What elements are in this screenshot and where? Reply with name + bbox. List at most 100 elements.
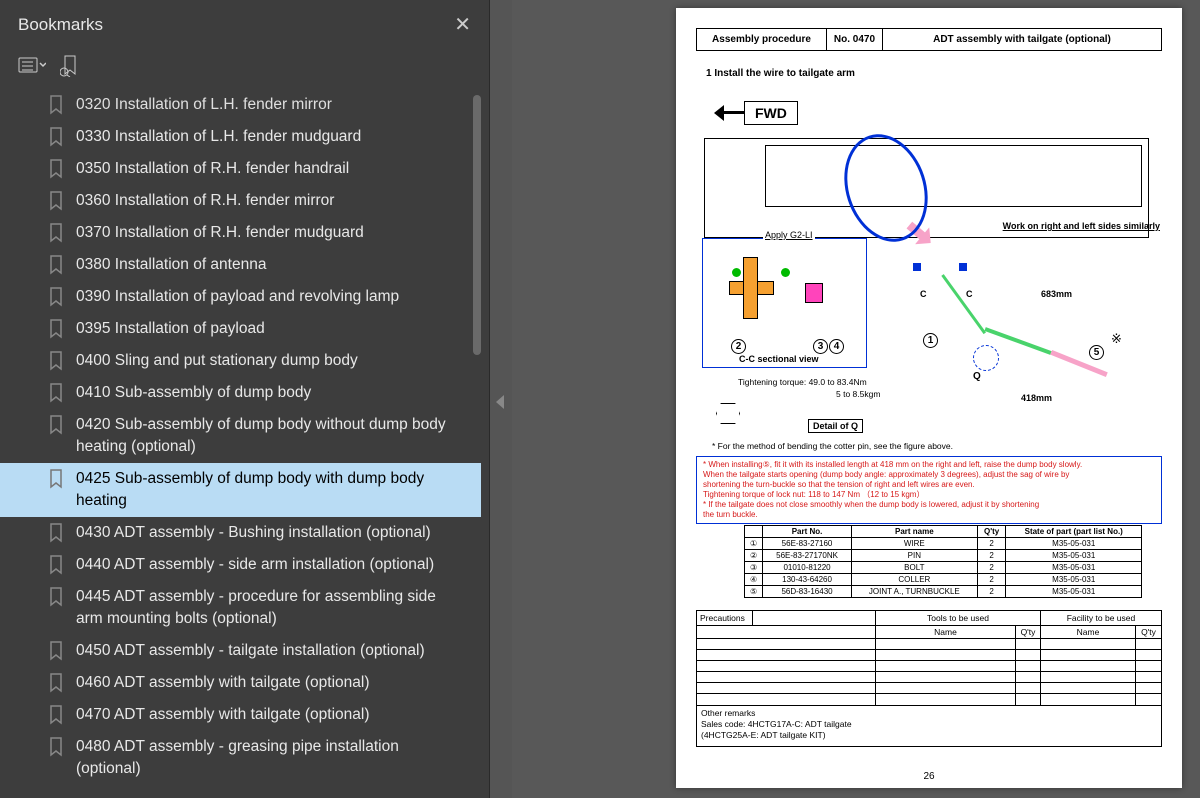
bookmark-item[interactable]: 0425 Sub-assembly of dump body with dump… [0, 463, 481, 517]
bookmark-item[interactable]: 0440 ADT assembly - side arm installatio… [0, 549, 481, 581]
bookmark-icon [48, 523, 66, 543]
fwd-arrow-icon [714, 107, 744, 119]
bookmark-label: 0360 Installation of R.H. fender mirror [76, 190, 471, 212]
technical-diagram: FWD Work on right and left sides similar… [696, 83, 1162, 453]
bookmark-item[interactable]: 0330 Installation of L.H. fender mudguar… [0, 121, 481, 153]
panel-collapse-handle[interactable] [490, 0, 512, 798]
precautions-label: Precautions [697, 611, 753, 625]
label-c2: C [966, 289, 973, 299]
hex-nut-icon [716, 403, 740, 424]
bookmark-icon [48, 127, 66, 147]
work-note: Work on right and left sides similarly [1003, 221, 1160, 231]
bookmark-icon [48, 415, 66, 435]
bookmark-icon [48, 383, 66, 403]
collapse-arrow-icon [496, 395, 504, 409]
bookmark-item[interactable]: 0350 Installation of R.H. fender handrai… [0, 153, 481, 185]
bookmark-label: 0330 Installation of L.H. fender mudguar… [76, 126, 471, 148]
fwd-label: FWD [744, 101, 798, 125]
bookmark-item[interactable]: 0360 Installation of R.H. fender mirror [0, 185, 481, 217]
dim-683: 683mm [1041, 289, 1072, 299]
bookmark-item[interactable]: 0470 ADT assembly with tailgate (optiona… [0, 699, 481, 731]
callout-4: 4 [829, 339, 844, 354]
bookmark-icon [48, 555, 66, 575]
find-bookmark-icon[interactable] [60, 55, 80, 82]
bookmark-item[interactable]: 0430 ADT assembly - Bushing installation… [0, 517, 481, 549]
label-q: Q [973, 371, 981, 382]
bookmark-label: 0390 Installation of payload and revolvi… [76, 286, 471, 308]
bookmark-item[interactable]: 0450 ADT assembly - tailgate installatio… [0, 635, 481, 667]
bookmark-label: 0380 Installation of antenna [76, 254, 471, 276]
installation-warning: * When installing⑤, fit it with its inst… [696, 456, 1162, 524]
bookmark-item[interactable]: 0370 Installation of R.H. fender mudguar… [0, 217, 481, 249]
callout-1: 1 [923, 333, 938, 348]
bookmark-icon [48, 587, 66, 607]
q-dashed-circle [973, 345, 999, 371]
remarks-line-1: Sales code: 4HCTG17A-C: ADT tailgate [701, 719, 1157, 730]
bookmark-item[interactable]: 0460 ADT assembly with tailgate (optiona… [0, 667, 481, 699]
panel-title: Bookmarks [18, 15, 103, 35]
bookmark-item[interactable]: 0390 Installation of payload and revolvi… [0, 281, 481, 313]
bookmark-label: 0460 ADT assembly with tailgate (optiona… [76, 672, 471, 694]
bookmark-label: 0400 Sling and put stationary dump body [76, 350, 471, 372]
bookmark-icon [48, 469, 66, 489]
bookmark-label: 0450 ADT assembly - tailgate installatio… [76, 640, 471, 662]
bookmark-label: 0350 Installation of R.H. fender handrai… [76, 158, 471, 180]
close-icon[interactable]: ✕ [454, 12, 471, 37]
bookmark-label: 0370 Installation of R.H. fender mudguar… [76, 222, 471, 244]
bookmark-label: 0395 Installation of payload [76, 318, 471, 340]
label-c1: C [920, 289, 927, 299]
bookmark-item[interactable]: 0420 Sub-assembly of dump body without d… [0, 409, 481, 463]
bookmark-label: 0420 Sub-assembly of dump body without d… [76, 414, 471, 458]
bookmark-label: 0410 Sub-assembly of dump body [76, 382, 471, 404]
qty-col-1: Q'ty [1016, 626, 1041, 638]
scrollbar-thumb[interactable] [473, 95, 481, 355]
cc-section-inset: Apply G2-LI 2 34 C-C sectional view [702, 238, 867, 368]
bookmark-label: 0425 Sub-assembly of dump body with dump… [76, 468, 471, 512]
bookmark-label: 0445 ADT assembly - procedure for assemb… [76, 586, 471, 630]
apply-label: Apply G2-LI [763, 230, 815, 240]
page-header-table: Assembly procedure No. 0470 ADT assembly… [696, 28, 1162, 51]
other-remarks-title: Other remarks [701, 708, 1157, 719]
tools-label: Tools to be used [876, 611, 1041, 625]
torque-text-2: 5 to 8.5kgm [836, 389, 880, 399]
torque-text-1: Tightening torque: 49.0 to 83.4Nm [738, 377, 867, 387]
parts-table: Part No.Part nameQ'tyState of part (part… [744, 525, 1142, 598]
list-options-icon[interactable] [18, 57, 46, 80]
bookmark-icon [48, 351, 66, 371]
bookmark-label: 0320 Installation of L.H. fender mirror [76, 95, 471, 116]
bookmark-icon [48, 223, 66, 243]
bookmark-icon [48, 159, 66, 179]
facility-label: Facility to be used [1041, 611, 1161, 625]
name-col-2: Name [1041, 626, 1136, 638]
right-detail-diagram: C C 683mm 1 5 ※ Q 418mm [901, 243, 1159, 433]
bookmark-label: 0440 ADT assembly - side arm installatio… [76, 554, 471, 576]
bottom-info-grid: Precautions Tools to be used Facility to… [696, 610, 1162, 747]
callout-3: 3 [813, 339, 828, 354]
callout-5: 5 [1089, 345, 1104, 360]
bookmark-item[interactable]: 0320 Installation of L.H. fender mirror [0, 95, 481, 121]
bookmark-item[interactable]: 0395 Installation of payload [0, 313, 481, 345]
bookmark-item[interactable]: 0445 ADT assembly - procedure for assemb… [0, 581, 481, 635]
cc-section-label: C-C sectional view [739, 354, 819, 364]
bookmark-item[interactable]: 0410 Sub-assembly of dump body [0, 377, 481, 409]
bookmark-item[interactable]: 0380 Installation of antenna [0, 249, 481, 281]
bookmark-label: 0480 ADT assembly - greasing pipe instal… [76, 736, 471, 780]
bookmark-icon [48, 673, 66, 693]
method-note: * For the method of bending the cotter p… [712, 441, 953, 451]
qty-col-2: Q'ty [1136, 626, 1161, 638]
detail-q-label: Detail of Q [808, 419, 863, 433]
bookmark-icon [48, 737, 66, 757]
bookmark-icon [48, 705, 66, 725]
name-col-1: Name [876, 626, 1016, 638]
bookmark-item[interactable]: 0480 ADT assembly - greasing pipe instal… [0, 731, 481, 785]
step-1-label: 1 Install the wire to tailgate arm [706, 68, 855, 79]
bookmark-label: 0470 ADT assembly with tailgate (optiona… [76, 704, 471, 726]
bookmark-icon [48, 319, 66, 339]
bookmarks-panel: Bookmarks ✕ 0320 Installation of L.H. fe… [0, 0, 490, 798]
bookmark-label: 0430 ADT assembly - Bushing installation… [76, 522, 471, 544]
document-viewport[interactable]: Assembly procedure No. 0470 ADT assembly… [512, 0, 1200, 798]
callout-2: 2 [731, 339, 746, 354]
bookmark-item[interactable]: 0400 Sling and put stationary dump body [0, 345, 481, 377]
page-number: 26 [676, 771, 1182, 782]
remarks-line-2: (4HCTG25A-E: ADT tailgate KIT) [701, 730, 1157, 741]
